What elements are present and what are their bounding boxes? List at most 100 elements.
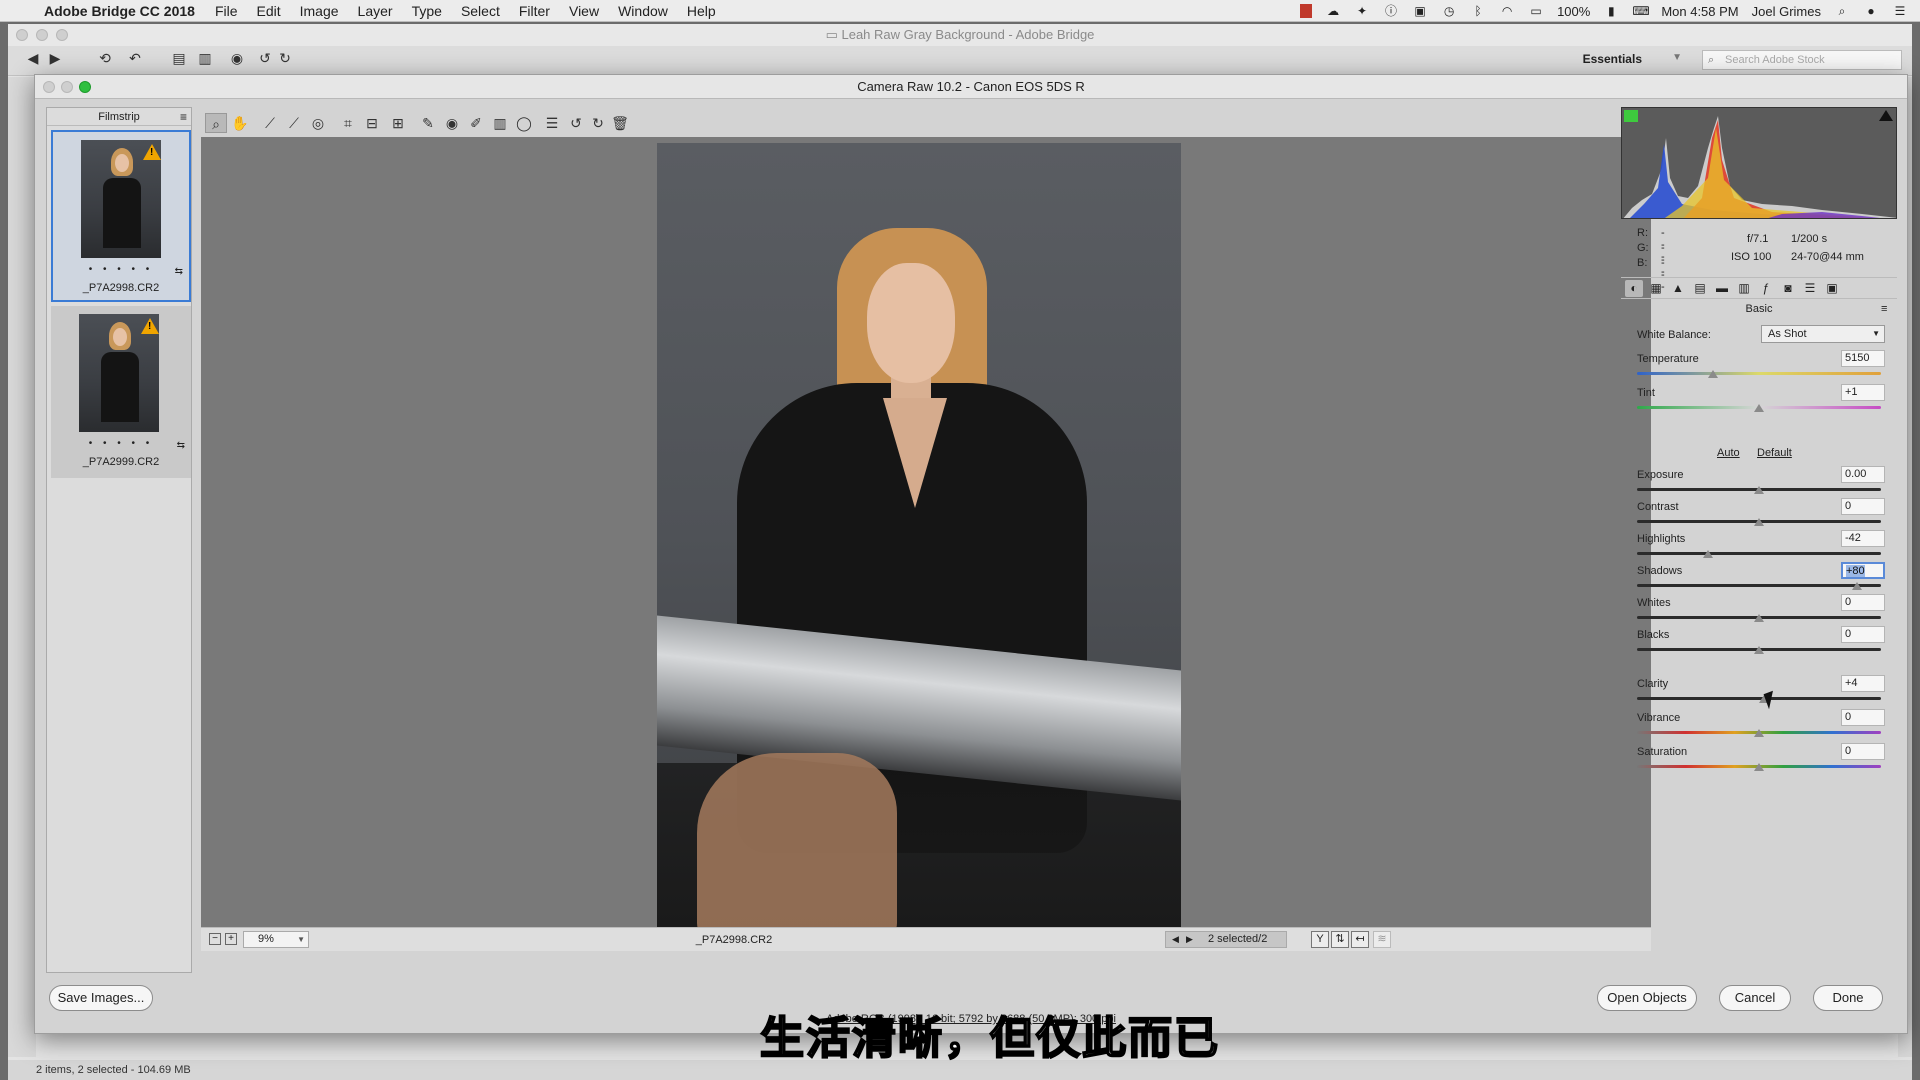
copy-settings-icon[interactable]: ↤ (1351, 931, 1369, 948)
spot-removal-tool-icon[interactable]: ✎ (417, 113, 439, 133)
rotate-left-icon[interactable]: ↺ (565, 113, 587, 133)
hand-tool-icon[interactable]: ✋ (229, 113, 251, 133)
hsl-panel-icon[interactable]: ▤ (1691, 280, 1709, 297)
zoom-tool-icon[interactable]: ⌕ (205, 113, 227, 133)
clarity-field[interactable]: +4 (1841, 675, 1885, 692)
blacks-field[interactable]: 0 (1841, 626, 1885, 643)
snapshots-panel-icon[interactable]: ▣ (1823, 280, 1841, 297)
toggle-settings-icon[interactable]: ≋ (1373, 931, 1391, 948)
saturation-field[interactable]: 0 (1841, 743, 1885, 760)
preferences-icon[interactable]: ☰ (541, 113, 563, 133)
tint-field[interactable]: +1 (1841, 384, 1885, 401)
menu-filter[interactable]: Filter (519, 3, 550, 19)
shadows-handle[interactable] (1851, 582, 1862, 590)
blacks-handle[interactable] (1754, 646, 1764, 654)
refine-icon[interactable]: ▥ (194, 48, 216, 68)
exposure-field[interactable]: 0.00 (1841, 466, 1885, 483)
menu-edit[interactable]: Edit (257, 3, 281, 19)
workspace-switcher[interactable]: Essentials (1583, 52, 1642, 66)
exposure-handle[interactable] (1754, 486, 1764, 494)
highlights-field[interactable]: -42 (1841, 530, 1885, 547)
close-icon[interactable] (16, 29, 28, 41)
save-images-button[interactable]: Save Images... (49, 985, 153, 1011)
shadow-clipping-warning-icon[interactable] (1624, 110, 1638, 122)
keyboard-icon[interactable]: ⌨ (1632, 4, 1649, 18)
auto-button[interactable]: Auto (1717, 447, 1740, 459)
shadows-track[interactable] (1637, 584, 1881, 587)
white-balance-tool-icon[interactable]: ⟋ (259, 113, 281, 133)
filmstrip-thumbnail[interactable]: ! • • • • • ⇆ _P7A2998.CR2 (51, 130, 191, 302)
saturation-handle[interactable] (1754, 763, 1764, 771)
menu-select[interactable]: Select (461, 3, 500, 19)
vibrance-handle[interactable] (1754, 729, 1764, 737)
presets-panel-icon[interactable]: ☰ (1801, 280, 1819, 297)
panel-menu-icon[interactable]: ≡ (1881, 303, 1887, 315)
vibrance-slider[interactable]: Vibrance 0 (1637, 709, 1885, 740)
airplay-icon[interactable]: ▭ (1528, 4, 1544, 18)
user-name[interactable]: Joel Grimes (1752, 4, 1821, 19)
rotate-right-icon[interactable]: ↻ (274, 48, 296, 68)
graduated-filter-icon[interactable]: ▥ (489, 113, 511, 133)
wifi-icon[interactable]: ◠ (1499, 4, 1515, 18)
camera-icon[interactable]: ▤ (168, 48, 190, 68)
contrast-field[interactable]: 0 (1841, 498, 1885, 515)
battery-icon[interactable]: ▮ (1603, 4, 1619, 18)
menu-help[interactable]: Help (687, 3, 716, 19)
fullscreen-icon[interactable] (79, 81, 91, 93)
rating-dots[interactable]: • • • • • (53, 264, 189, 275)
minimize-icon[interactable] (61, 81, 73, 93)
info-icon[interactable]: ⓘ (1383, 4, 1399, 18)
cloud-icon[interactable]: ☁ (1325, 4, 1341, 18)
temperature-handle[interactable] (1707, 370, 1718, 378)
straighten-tool-icon[interactable]: ⊟ (361, 113, 383, 133)
vibrance-field[interactable]: 0 (1841, 709, 1885, 726)
search-icon[interactable]: ⌕ (1834, 4, 1850, 18)
filmstrip-menu-icon[interactable]: ≡ (180, 108, 187, 126)
shadows-slider[interactable]: Shadows +80 (1637, 562, 1885, 593)
menu-image[interactable]: Image (300, 3, 339, 19)
temperature-field[interactable]: 5150 (1841, 350, 1885, 367)
highlight-clipping-warning-icon[interactable] (1879, 110, 1893, 121)
trash-icon[interactable]: 🗑 (609, 113, 631, 133)
whites-slider[interactable]: Whites 0 (1637, 594, 1885, 625)
white-balance-select[interactable]: As Shot ▼ (1761, 325, 1885, 343)
camera-calibration-panel-icon[interactable]: ◙ (1779, 280, 1797, 297)
color-sampler-tool-icon[interactable]: ⟋ (283, 113, 305, 133)
menu-window[interactable]: Window (618, 3, 668, 19)
menu-view[interactable]: View (569, 3, 599, 19)
tint-handle[interactable] (1754, 404, 1764, 412)
image-preview[interactable] (201, 137, 1651, 929)
exposure-slider[interactable]: Exposure 0.00 (1637, 466, 1885, 497)
lens-corrections-panel-icon[interactable]: ▥ (1735, 280, 1753, 297)
reveal-icon[interactable]: ⟲ (94, 48, 116, 68)
targeted-adjustment-tool-icon[interactable]: ◎ (307, 113, 329, 133)
app-menu[interactable]: Adobe Bridge CC 2018 (44, 3, 195, 19)
effects-panel-icon[interactable]: ƒ (1757, 280, 1775, 297)
temperature-slider[interactable]: Temperature 5150 (1637, 350, 1885, 381)
adjustment-brush-icon[interactable]: ✐ (465, 113, 487, 133)
red-app-icon[interactable] (1300, 4, 1313, 18)
bluetooth-icon[interactable]: ᛒ (1470, 4, 1486, 18)
notification-icon[interactable]: ▣ (1412, 4, 1428, 18)
crop-tool-icon[interactable]: ⌗ (337, 113, 359, 133)
whites-handle[interactable] (1754, 614, 1764, 622)
prev-image-icon[interactable]: ◀ (1172, 932, 1179, 947)
close-icon[interactable] (43, 81, 55, 93)
chevron-down-icon[interactable]: ▼ (1672, 52, 1682, 63)
open-in-camera-raw-icon[interactable]: ◉ (226, 48, 248, 68)
rotate-left-icon[interactable]: ↺ (254, 48, 276, 68)
menu-type[interactable]: Type (412, 3, 442, 19)
contrast-slider[interactable]: Contrast 0 (1637, 498, 1885, 529)
filmstrip-thumbnail[interactable]: ! • • • • • ⇆ _P7A2999.CR2 (51, 306, 191, 478)
highlights-track[interactable] (1637, 552, 1881, 555)
red-eye-tool-icon[interactable]: ◉ (441, 113, 463, 133)
dropbox-icon[interactable]: ✦ (1354, 4, 1370, 18)
whites-field[interactable]: 0 (1841, 594, 1885, 611)
zoom-icon[interactable] (56, 29, 68, 41)
split-toning-panel-icon[interactable]: ▬ (1713, 280, 1731, 297)
siri-icon[interactable]: ● (1863, 4, 1879, 18)
boomerang-icon[interactable]: ↶ (124, 48, 146, 68)
clarity-slider[interactable]: Clarity +4 (1637, 675, 1885, 706)
blacks-slider[interactable]: Blacks 0 (1637, 626, 1885, 657)
before-after-toggle-icon[interactable]: Y (1311, 931, 1329, 948)
